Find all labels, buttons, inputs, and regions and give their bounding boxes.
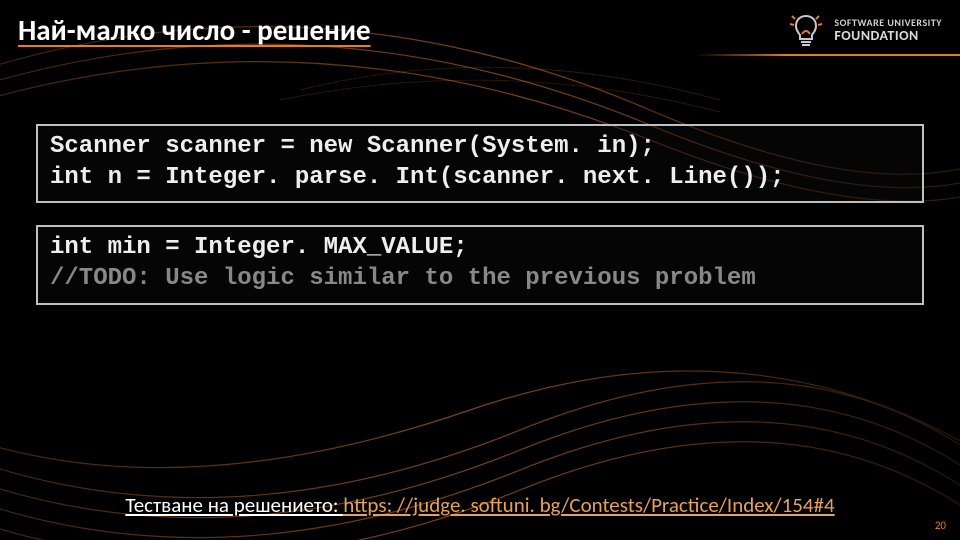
logo: SOFTWARE UNIVERSITY FOUNDATION: [786, 8, 942, 50]
logo-line2: FOUNDATION: [834, 29, 942, 43]
code-comment: //TODO: Use logic similar to the previou…: [50, 265, 756, 292]
code-line: int min = Integer. MAX_VALUE;: [50, 234, 468, 261]
slide: Най-малко число - решение SOFTWARE UNIVE…: [0, 0, 960, 540]
page-number: 20: [935, 519, 946, 532]
lightbulb-icon: [786, 10, 826, 50]
content: Scanner scanner = new Scanner(System. in…: [18, 124, 942, 305]
header: Най-малко число - решение SOFTWARE UNIVE…: [18, 8, 942, 66]
logo-line1: SOFTWARE UNIVERSITY: [834, 18, 942, 28]
footer: Тестване на решението: https: //judge. s…: [0, 492, 960, 518]
logo-divider: [695, 54, 960, 56]
code-block-2: int min = Integer. MAX_VALUE; //TODO: Us…: [36, 225, 924, 304]
logo-text: SOFTWARE UNIVERSITY FOUNDATION: [834, 18, 942, 43]
code-block-1: Scanner scanner = new Scanner(System. in…: [36, 124, 924, 203]
footer-link[interactable]: https: //judge. softuni. bg/Contests/Pra…: [343, 492, 834, 518]
footer-prefix: Тестване на решението:: [125, 492, 343, 518]
page-title: Най-малко число - решение: [18, 12, 371, 48]
